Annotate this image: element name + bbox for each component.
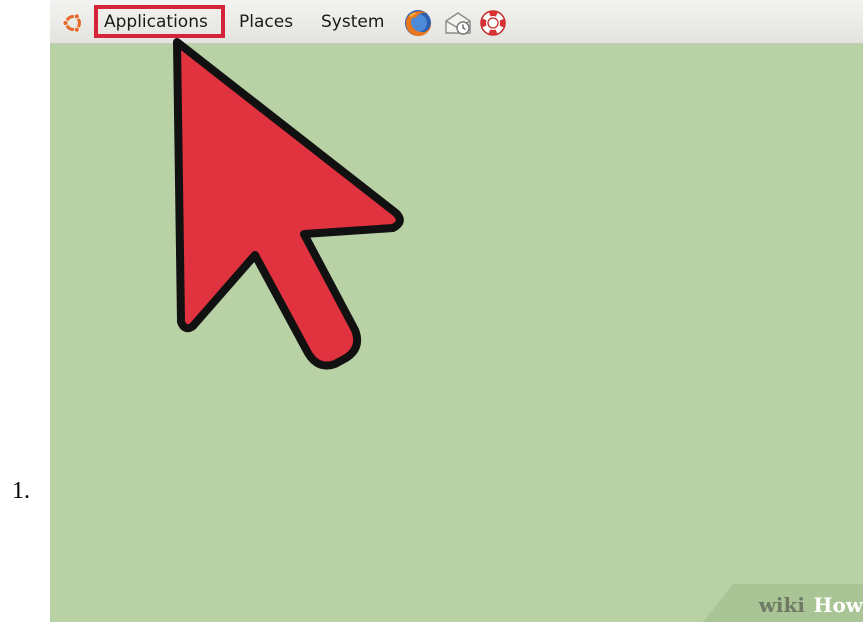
applications-highlight-box [94,5,225,38]
firefox-icon[interactable] [403,8,433,38]
top-panel: Applications Places System [50,0,863,44]
places-menu[interactable]: Places [239,11,293,33]
pointer-arrow-icon [173,38,404,370]
wikihow-watermark: wiki How [703,584,863,622]
help-icon[interactable] [478,8,508,38]
system-menu[interactable]: System [321,11,384,33]
desktop-screenshot: Applications Places System wiki How [50,0,863,622]
step-number: 1. [12,478,30,504]
watermark-how-text: How [813,593,863,617]
mail-icon[interactable] [443,8,473,38]
watermark-wiki-text: wiki [758,593,805,617]
ubuntu-logo-icon[interactable] [62,12,84,34]
tutorial-step: 1. Applications Places System wiki How [0,0,863,622]
